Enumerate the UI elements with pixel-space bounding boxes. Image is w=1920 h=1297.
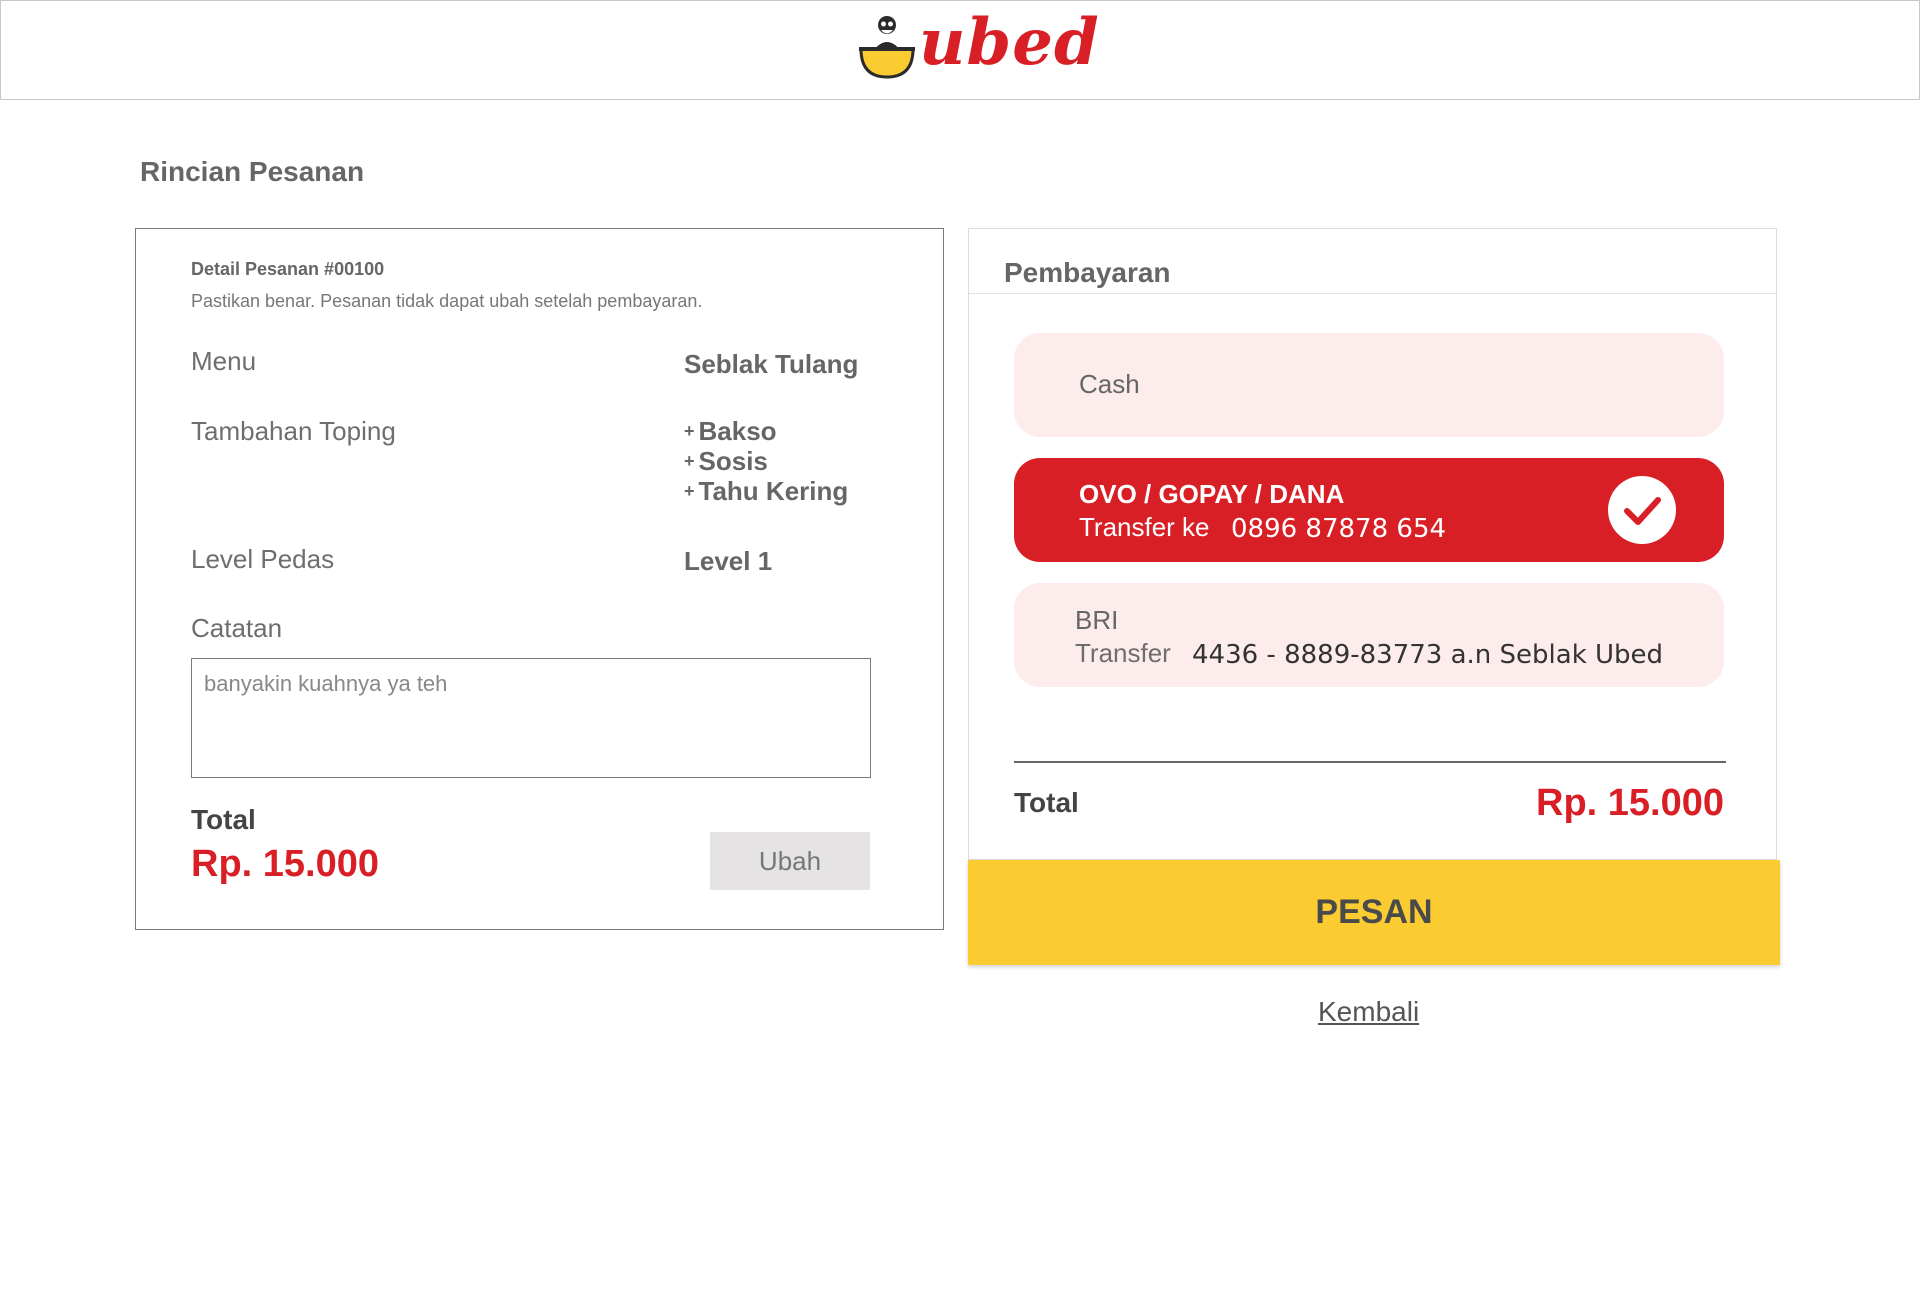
payment-option-bri[interactable]: BRI Transfer 4436 - 8889-83773 a.n Sebla…	[1014, 583, 1724, 687]
payment-option-cash[interactable]: Cash	[1014, 333, 1724, 437]
payment-total-label: Total	[1014, 787, 1079, 818]
place-order-button[interactable]: PESAN	[968, 860, 1780, 965]
back-link[interactable]: Kembali	[1318, 996, 1419, 1028]
spice-level-label: Level Pedas	[191, 544, 335, 574]
payment-title: Pembayaran	[1004, 257, 1171, 288]
topping-item: + Bakso	[684, 416, 777, 446]
order-detail-card: Detail Pesanan #00100 Pastikan benar. Pe…	[135, 228, 944, 930]
payment-option-account: 4436 - 8889-83773 a.n Seblak Ubed	[1192, 640, 1664, 670]
toppings-label: Tambahan Toping	[191, 416, 396, 446]
top-header: ubed	[0, 0, 1920, 100]
notes-label: Catatan	[191, 613, 283, 643]
order-detail-note: Pastikan benar. Pesanan tidak dapat ubah…	[191, 291, 703, 311]
payment-total-value: Rp. 15.000	[1536, 782, 1724, 824]
payment-option-account: 0896 87878 654	[1231, 514, 1447, 544]
menu-label: Menu	[191, 346, 257, 376]
payment-card: Pembayaran Cash OVO / GOPAY / DANA Trans…	[968, 228, 1777, 860]
order-detail-heading: Detail Pesanan #00100	[191, 259, 385, 279]
payment-title-divider	[969, 293, 1776, 294]
brand-wordmark: ubed	[919, 5, 1100, 80]
spice-level-value: Level 1	[684, 546, 773, 576]
brand-logo[interactable]: ubed	[857, 5, 1099, 89]
payment-option-ewallet[interactable]: OVO / GOPAY / DANA Transfer ke 0896 8787…	[1014, 458, 1724, 562]
payment-option-name: OVO / GOPAY / DANA	[1079, 479, 1345, 509]
payment-option-name: BRI	[1075, 605, 1119, 635]
order-total-label: Total	[191, 804, 256, 835]
total-divider	[1014, 761, 1726, 763]
edit-order-button[interactable]: Ubah	[710, 832, 870, 890]
selected-check-icon	[1608, 476, 1676, 544]
topping-item: + Tahu Kering	[684, 476, 849, 506]
menu-value: Seblak Tulang	[684, 349, 859, 379]
notes-field[interactable]: banyakin kuahnya ya teh	[191, 658, 871, 778]
topping-item: + Sosis	[684, 446, 768, 476]
payment-option-name: Cash	[1079, 369, 1140, 399]
order-total-value: Rp. 15.000	[191, 843, 379, 885]
toppings-list: + Bakso + Sosis + Tahu Kering	[684, 416, 848, 506]
payment-option-sub: Transfer	[1075, 638, 1171, 668]
seblak-bowl-icon	[859, 16, 915, 79]
payment-option-sub: Transfer ke	[1079, 512, 1210, 542]
page-title: Rincian Pesanan	[140, 156, 365, 187]
